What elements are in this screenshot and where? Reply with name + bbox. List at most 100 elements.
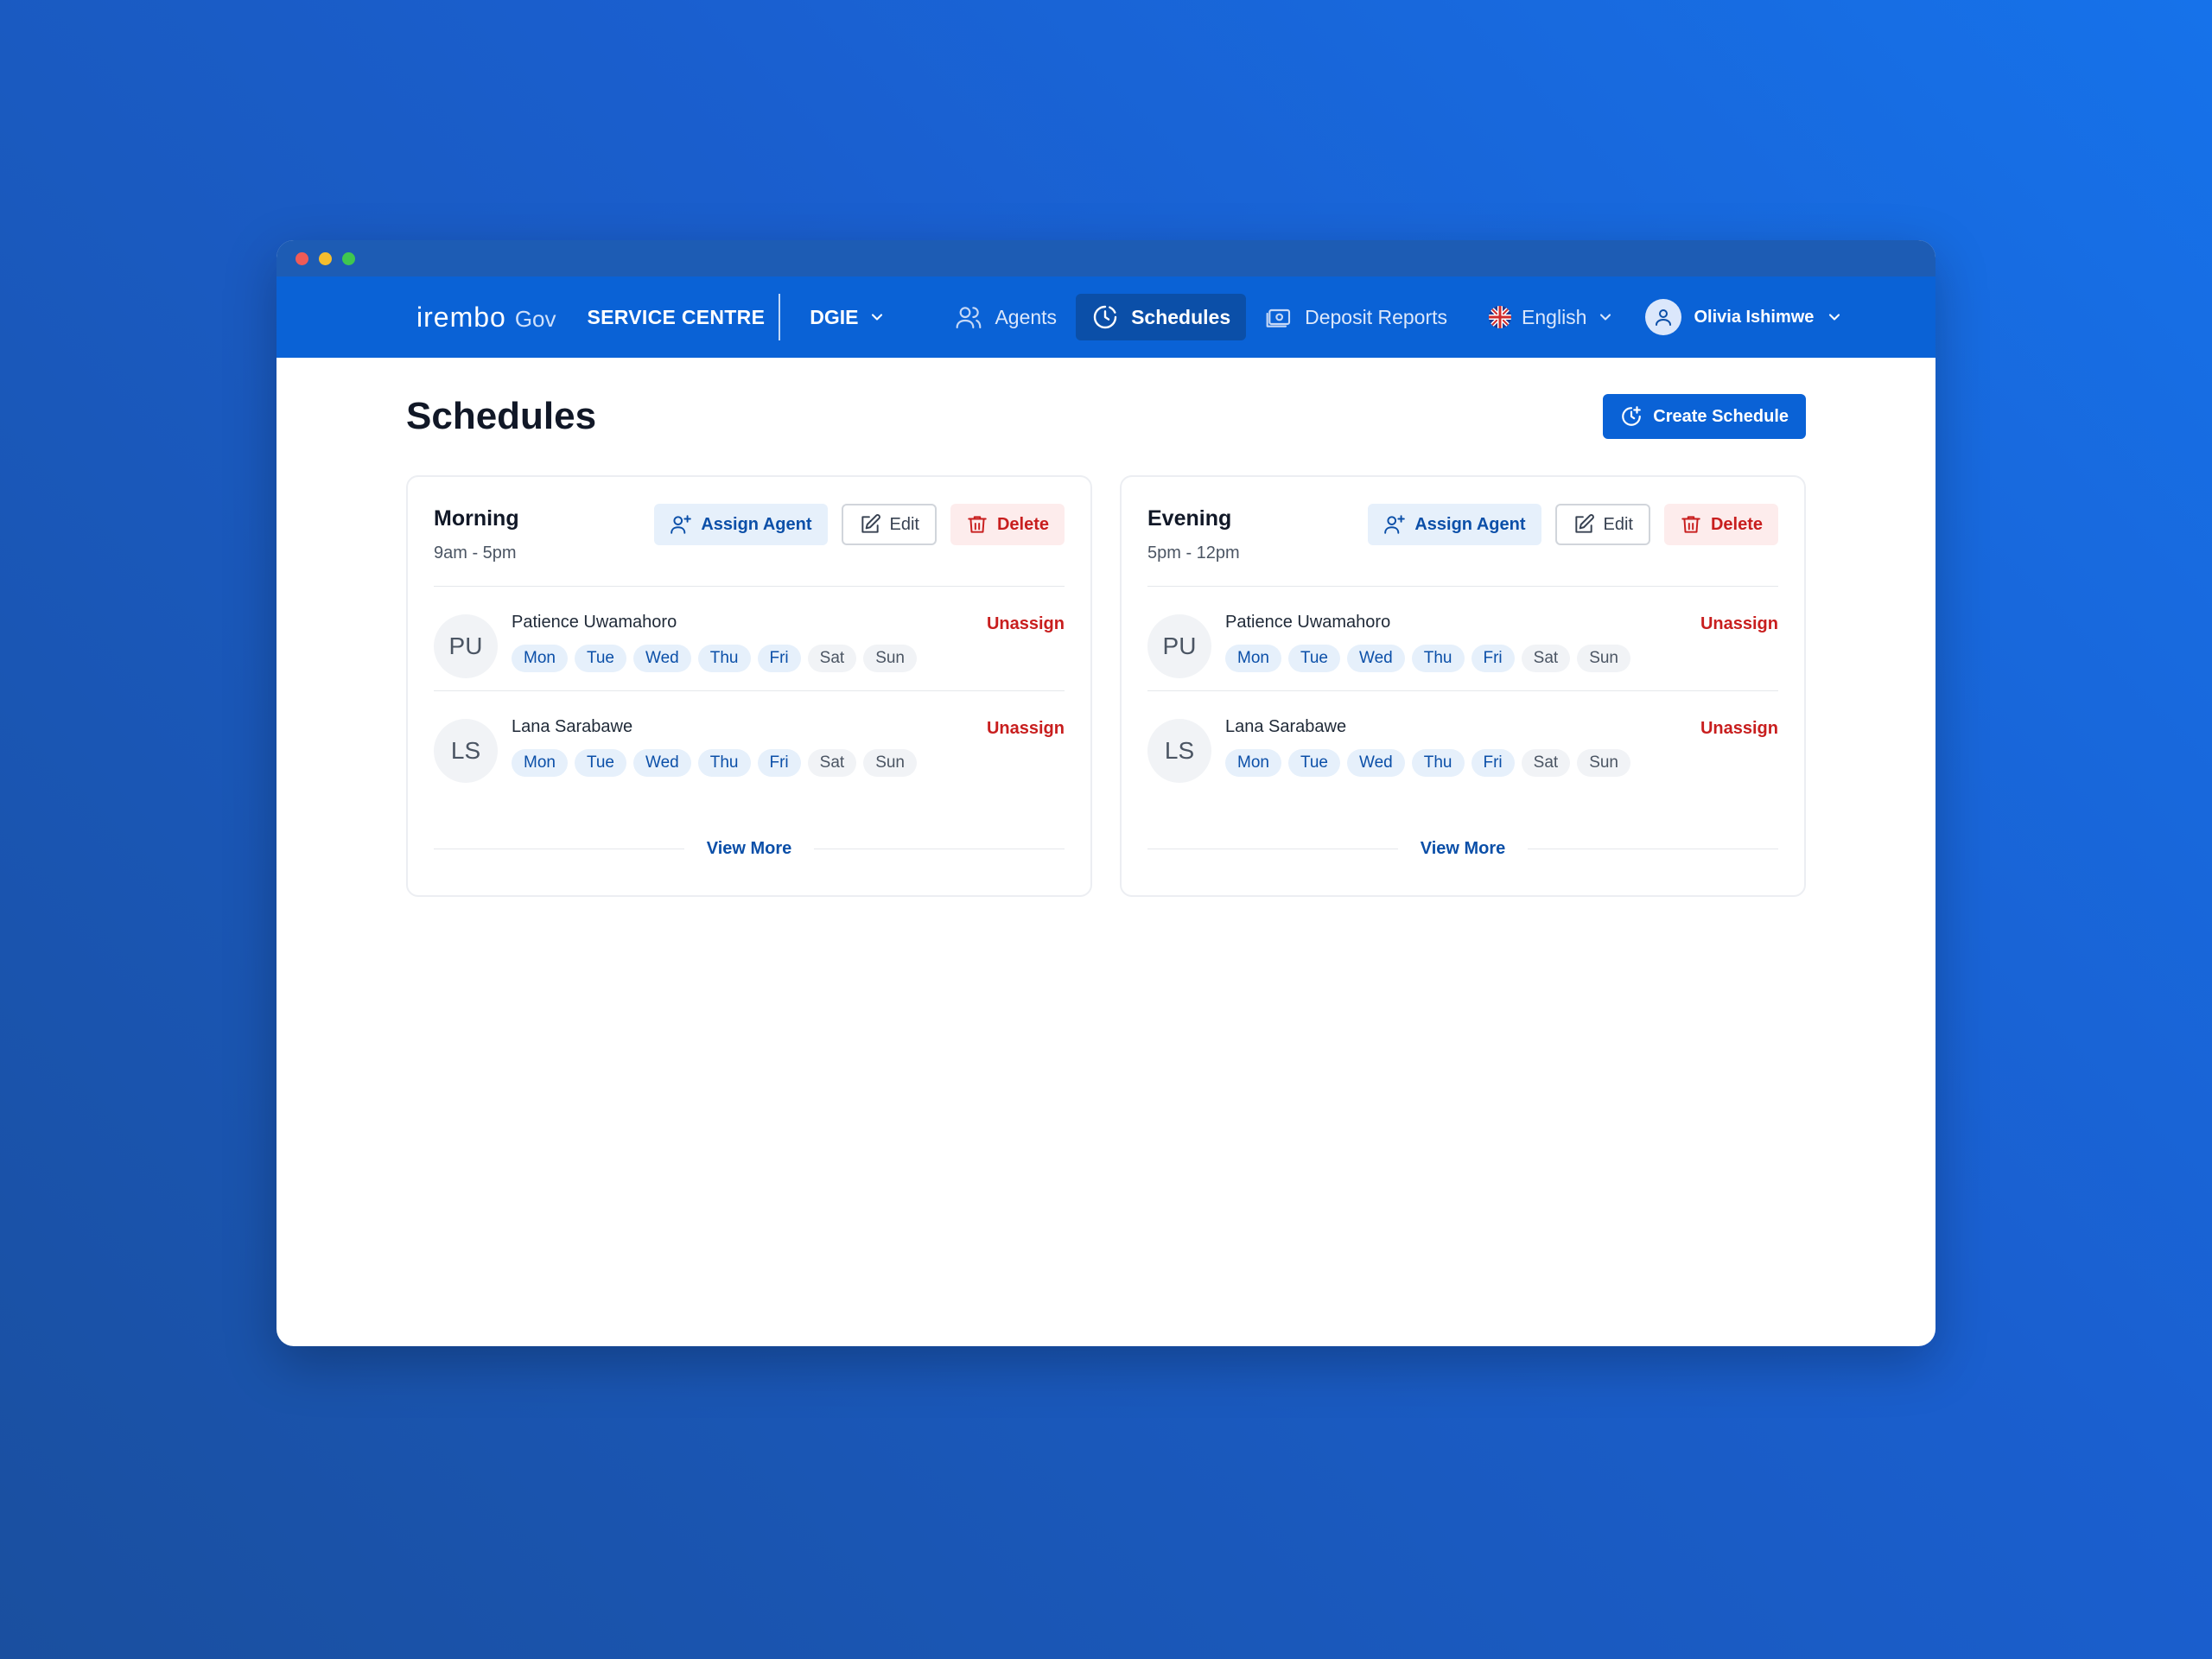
user-menu[interactable]: Olivia Ishimwe [1645,299,1843,335]
day-chip-tue: Tue [574,645,627,672]
nav-schedules[interactable]: Schedules [1076,294,1247,340]
agent-avatar: LS [434,719,498,783]
nav-deposit-reports-label: Deposit Reports [1305,305,1448,328]
day-chip-sat: Sat [1521,645,1571,672]
schedule-actions: Assign Agent Edit Delete [1368,504,1778,545]
trash-icon [968,516,987,533]
user-plus-icon [671,515,692,534]
day-chip-thu: Thu [697,749,751,777]
day-chip-wed: Wed [633,645,691,672]
agent-avatar: PU [434,614,498,678]
browser-window: irembo Gov SERVICE CENTRE DGIE Agents Sc… [276,240,1936,1346]
window-titlebar [276,240,1936,276]
day-chip-sun: Sun [1577,645,1630,672]
assign-agent-button[interactable]: Assign Agent [654,504,828,545]
clock-plus-icon [1622,406,1642,426]
maximize-window-button[interactable] [342,251,355,265]
day-chip-sat: Sat [807,645,857,672]
agent-name: Patience Uwamahoro [512,613,677,632]
day-chip-wed: Wed [1347,645,1405,672]
day-chip-wed: Wed [1347,749,1405,777]
agent-name: Lana Sarabawe [512,717,633,736]
org-label: DGIE [810,305,859,328]
nav-agents-label: Agents [995,305,1058,328]
user-avatar [1645,299,1682,335]
language-label: English [1522,305,1587,328]
delete-button[interactable]: Delete [1663,504,1778,545]
schedule-card-header: Morning 9am - 5pm Assign Agent Edit Dele… [434,503,1065,587]
agent-avatar: LS [1147,719,1211,783]
assign-agent-label: Assign Agent [1414,514,1526,534]
delete-button[interactable]: Delete [950,504,1065,545]
day-chip-thu: Thu [1411,749,1465,777]
schedule-time: 5pm - 12pm [1147,543,1240,563]
nav-agents[interactable]: Agents [939,294,1072,340]
view-more-link[interactable]: View More [1421,839,1506,859]
day-chip-tue: Tue [574,749,627,777]
delete-label: Delete [996,514,1049,534]
irembo-logo[interactable]: irembo Gov [416,302,556,334]
day-chip-mon: Mon [512,749,568,777]
chevron-down-icon [1600,314,1611,321]
nav-deposit-reports[interactable]: Deposit Reports [1249,294,1463,340]
schedule-name: Evening [1147,506,1232,531]
create-schedule-button[interactable]: Create Schedule [1603,394,1806,439]
day-chip-sat: Sat [807,749,857,777]
day-chip-tue: Tue [1287,645,1341,672]
nav-divider [779,294,781,340]
schedule-card-morning: Morning 9am - 5pm Assign Agent Edit Dele… [406,475,1092,897]
delete-label: Delete [1710,514,1763,534]
view-more-link[interactable]: View More [707,839,792,859]
user-plus-icon [1384,515,1406,534]
day-chip-tue: Tue [1287,749,1341,777]
unassign-link[interactable]: Unassign [1700,719,1778,739]
users-icon [957,307,982,329]
agent-name: Patience Uwamahoro [1225,613,1391,632]
clock-icon [1093,305,1117,329]
edit-button[interactable]: Edit [1554,504,1650,545]
assign-agent-button[interactable]: Assign Agent [1368,504,1541,545]
schedule-card-evening: Evening 5pm - 12pm Assign Agent Edit Del… [1120,475,1806,897]
view-more-row: View More [434,839,1065,859]
money-icon [1266,308,1291,327]
view-more-row: View More [1147,839,1778,859]
minimize-window-button[interactable] [319,251,332,265]
unassign-link[interactable]: Unassign [1700,614,1778,634]
uk-flag-icon [1489,306,1512,328]
day-chip-fri: Fri [1471,645,1515,672]
logo-main-text: irembo [416,301,506,333]
org-dropdown[interactable]: DGIE [810,306,886,329]
edit-button[interactable]: Edit [841,504,937,545]
chevron-down-icon [872,314,883,321]
logo-sub-text: Gov [514,305,556,332]
day-chip-mon: Mon [1225,749,1281,777]
schedule-time: 9am - 5pm [434,543,517,563]
trash-icon [1681,516,1700,533]
schedule-cards: Morning 9am - 5pm Assign Agent Edit Dele… [406,475,1806,897]
page-header: Schedules Create Schedule [406,394,1806,439]
day-chip-sat: Sat [1521,749,1571,777]
agent-days: Mon Tue Wed Thu Fri Sat Sun [1225,749,1630,777]
agent-avatar: PU [1147,614,1211,678]
user-icon [1656,309,1672,326]
edit-label: Edit [889,514,919,534]
edit-icon [861,514,880,533]
create-schedule-label: Create Schedule [1653,406,1789,426]
top-navbar: irembo Gov SERVICE CENTRE DGIE Agents Sc… [276,276,1936,358]
day-chip-sun: Sun [1577,749,1630,777]
unassign-link[interactable]: Unassign [987,614,1065,634]
assign-agent-label: Assign Agent [701,514,812,534]
day-chip-thu: Thu [1411,645,1465,672]
language-selector[interactable]: English [1489,306,1614,329]
agent-name: Lana Sarabawe [1225,717,1347,736]
agent-row: LS Lana Sarabawe Mon Tue Wed Thu Fri Sat… [1147,691,1778,795]
day-chip-fri: Fri [757,749,801,777]
unassign-link[interactable]: Unassign [987,719,1065,739]
agent-row: LS Lana Sarabawe Mon Tue Wed Thu Fri Sat… [434,691,1065,795]
user-name: Olivia Ishimwe [1694,307,1815,327]
close-window-button[interactable] [296,251,308,265]
schedule-actions: Assign Agent Edit Delete [654,504,1065,545]
day-chip-sun: Sun [863,749,917,777]
edit-icon [1574,514,1594,533]
day-chip-fri: Fri [1471,749,1515,777]
